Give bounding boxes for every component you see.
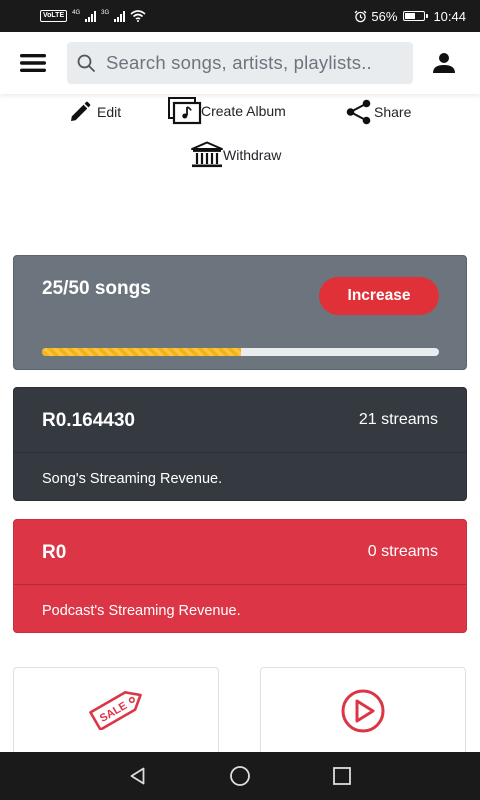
signal-icon-2	[114, 10, 126, 22]
battery-percent: 56%	[371, 8, 398, 24]
navigation-bar	[0, 752, 480, 800]
song-limit-progress	[42, 348, 439, 356]
podcast-revenue-header: R0 0 streams	[14, 520, 466, 584]
home-button[interactable]	[228, 764, 252, 788]
podcast-streams-count: 0 streams	[367, 543, 438, 560]
song-streams-count: 21 streams	[358, 411, 438, 428]
podcast-revenue-footer: Podcast's Streaming Revenue.	[14, 584, 466, 632]
wifi-icon	[130, 10, 146, 22]
create-album-label: Create Album	[201, 103, 286, 119]
podcast-revenue-amount: R0	[42, 542, 67, 563]
song-revenue-header: R0.164430 21 streams	[14, 388, 466, 452]
profile-button[interactable]	[428, 49, 460, 77]
recents-square-icon	[333, 767, 351, 785]
recents-button[interactable]	[330, 764, 354, 788]
song-revenue-card: R0.164430 21 streams Song's Streaming Re…	[13, 387, 467, 501]
bank-icon	[191, 141, 223, 168]
podcast-revenue-card: R0 0 streams Podcast's Streaming Revenue…	[13, 519, 467, 633]
withdraw-label: Withdraw	[223, 147, 282, 163]
volte-badge: VoLTE	[40, 10, 68, 22]
menu-button[interactable]	[18, 49, 48, 77]
back-button[interactable]	[126, 764, 150, 788]
song-revenue-caption: Song's Streaming Revenue.	[42, 471, 223, 487]
status-right: 56% 10:44	[354, 7, 466, 25]
song-revenue-amount: R0.164430	[42, 410, 135, 431]
signal-icon	[85, 10, 97, 22]
share-icon	[346, 99, 371, 125]
share-button[interactable]: Share	[346, 99, 411, 125]
battery-level	[405, 13, 415, 19]
search-input[interactable]	[106, 52, 406, 74]
song-limit-card: 25/50 songs Increase	[13, 255, 467, 370]
pencil-icon	[71, 101, 91, 121]
clock: 10:44	[433, 8, 466, 24]
edit-button[interactable]: Edit	[68, 100, 121, 124]
play-circle-icon	[341, 689, 385, 733]
app-header	[0, 32, 480, 94]
song-revenue-footer: Song's Streaming Revenue.	[14, 452, 466, 500]
withdraw-button[interactable]: Withdraw	[190, 141, 281, 169]
network-type-1: 4G	[72, 10, 81, 16]
edit-label: Edit	[97, 104, 122, 120]
user-icon	[433, 53, 455, 73]
song-count: 25/50 songs	[42, 278, 151, 299]
battery-icon	[403, 11, 429, 21]
home-circle-icon	[230, 766, 250, 786]
status-left: VoLTE 4G 3G	[40, 9, 146, 23]
status-bar: VoLTE 4G 3G 56% 10:44	[0, 0, 480, 32]
share-label: Share	[374, 104, 412, 120]
network-type-2: 3G	[101, 10, 110, 16]
back-triangle-icon	[130, 767, 145, 785]
alarm-icon	[354, 10, 367, 22]
song-limit-progress-fill	[42, 348, 241, 356]
increase-button[interactable]: Increase	[319, 277, 439, 315]
album-icon	[168, 97, 202, 125]
podcast-revenue-caption: Podcast's Streaming Revenue.	[42, 603, 241, 619]
create-album-button[interactable]: Create Album	[168, 97, 286, 125]
search-icon	[77, 54, 95, 72]
sale-tag-icon: SALE	[89, 691, 142, 730]
search-box[interactable]	[67, 42, 413, 84]
hamburger-icon	[20, 54, 46, 72]
